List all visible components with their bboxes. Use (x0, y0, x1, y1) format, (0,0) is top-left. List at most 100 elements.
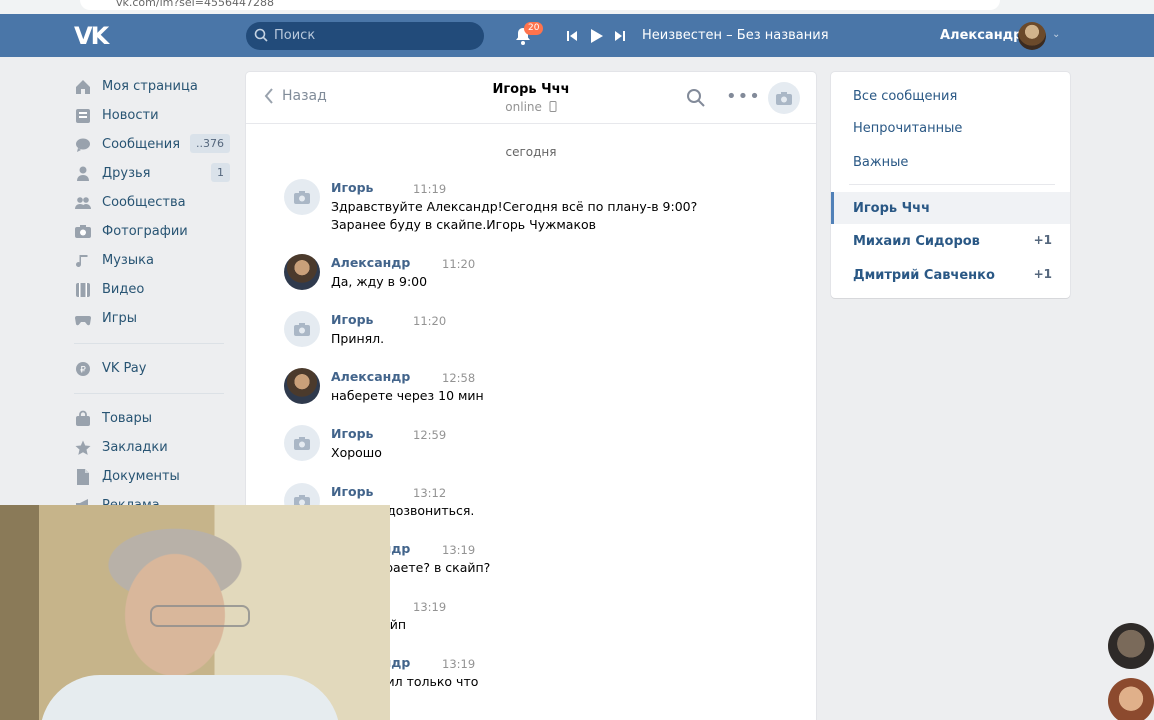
document-icon (74, 468, 92, 486)
message-time[interactable]: 11:19 (413, 182, 446, 196)
vk-logo[interactable]: VK (74, 22, 109, 50)
filter-item[interactable]: Все сообщения (831, 80, 1070, 112)
sidebar-item-label: Друзья (102, 166, 151, 181)
user-name[interactable]: Александр (940, 28, 1023, 43)
sidebar-item[interactable]: Игры (74, 304, 230, 333)
chevron-down-icon[interactable]: ⌄ (1052, 29, 1060, 40)
next-track-icon[interactable] (614, 30, 626, 42)
message-time[interactable]: 11:20 (442, 257, 475, 271)
message-text: Принял. (331, 331, 385, 346)
message-time[interactable]: 12:58 (442, 371, 475, 385)
avatar[interactable] (284, 254, 320, 290)
message-text: Да, жду в 9:00 (331, 274, 428, 289)
chat-bubble-avatar[interactable] (1108, 623, 1154, 669)
counter-badge: ..376 (190, 134, 230, 153)
message-time[interactable]: 13:19 (442, 657, 475, 671)
previous-track-icon[interactable] (566, 30, 578, 42)
messages-icon (74, 136, 92, 154)
sidebar-item[interactable]: Новости (74, 101, 230, 130)
dialogs-sidebar: Все сообщения Непрочитанные Важные Игорь Чч… (831, 72, 1070, 298)
play-icon[interactable] (590, 28, 604, 44)
sidebar-item-label: Сообщения (102, 137, 181, 152)
status-text: online (505, 100, 542, 114)
filter-item[interactable]: Непрочитанные (831, 112, 1070, 144)
sidebar-item-label: Товары (102, 411, 153, 426)
left-menu: Моя страница Новости Сообщения ..376 Друзья 1… (74, 72, 230, 520)
sidebar-item-label: Сообщества (102, 195, 186, 210)
message-author[interactable]: Игорь (331, 312, 373, 327)
video-icon (74, 281, 92, 299)
sidebar-item[interactable]: Моя страница (74, 72, 230, 101)
star-icon (74, 439, 92, 457)
sidebar-item-label: Видео (102, 282, 145, 297)
home-icon (74, 78, 92, 96)
avatar[interactable] (1018, 22, 1046, 50)
message-time[interactable]: 13:19 (442, 543, 475, 557)
sidebar-item[interactable]: Документы (74, 462, 230, 491)
sidebar-item[interactable]: Закладки (74, 433, 230, 462)
vkpay-icon: ₽ (74, 360, 92, 378)
date-separator: сегодня (505, 145, 557, 159)
mobile-icon (549, 101, 557, 112)
more-icon[interactable]: ••• (726, 86, 761, 107)
sidebar-item[interactable]: Сообщества (74, 188, 230, 217)
message-time[interactable]: 12:59 (413, 428, 446, 442)
avatar[interactable] (284, 179, 320, 215)
svg-text:₽: ₽ (80, 365, 86, 375)
friends-icon (74, 165, 92, 183)
unread-badge: +1 (1033, 233, 1052, 247)
sidebar-item-label: Фотографии (102, 224, 188, 239)
sidebar-item-label: VK Pay (102, 361, 147, 376)
chat-bubble-avatar[interactable] (1108, 678, 1154, 720)
camera-icon[interactable] (768, 82, 800, 114)
divider (849, 184, 1055, 185)
search-icon[interactable] (686, 88, 706, 108)
unread-badge: +1 (1033, 267, 1052, 281)
webcam-overlay (0, 505, 390, 720)
sidebar-item[interactable]: Сообщения ..376 (74, 130, 230, 159)
message-time[interactable]: 13:19 (413, 600, 446, 614)
message-time[interactable]: 11:20 (413, 314, 446, 328)
dialog-item[interactable]: Дмитрий Савченко +1 (831, 259, 1070, 291)
message-author[interactable]: Игорь (331, 180, 373, 195)
search-icon (254, 28, 268, 42)
webcam-glasses (150, 605, 250, 627)
sidebar-item[interactable]: Видео (74, 275, 230, 304)
counter-badge: 1 (211, 163, 230, 182)
track-title[interactable]: Неизвестен – Без названия (642, 28, 829, 43)
message-text: Я загрузил только что (331, 674, 479, 689)
avatar[interactable] (284, 311, 320, 347)
sidebar-item-label: Игры (102, 311, 138, 326)
message-text: Здравствуйте Александр!Сегодня всё по пл… (331, 199, 698, 232)
address-text: vk.com/im?sel=4556447288 (116, 0, 274, 9)
sidebar-item-vkpay[interactable]: ₽ VK Pay (74, 354, 230, 383)
avatar[interactable] (284, 368, 320, 404)
message-author[interactable]: Александр (331, 255, 410, 270)
filter-item[interactable]: Важные (831, 146, 1070, 178)
message-author[interactable]: Александр (331, 369, 410, 384)
message-text: Хорошо (331, 445, 382, 460)
avatar[interactable] (284, 425, 320, 461)
divider (74, 393, 224, 394)
message-time[interactable]: 13:12 (413, 486, 446, 500)
camera-icon (294, 190, 310, 204)
dialog-item[interactable]: Игорь Ччч (831, 192, 1070, 224)
sidebar-item[interactable]: Фотографии (74, 217, 230, 246)
groups-icon (74, 194, 92, 212)
sidebar-item-label: Музыка (102, 253, 154, 268)
search-input[interactable]: Поиск (246, 22, 484, 50)
message-author[interactable]: Игорь (331, 484, 373, 499)
games-icon (74, 310, 92, 328)
music-icon (74, 252, 92, 270)
sidebar-item[interactable]: Музыка (74, 246, 230, 275)
sidebar-item-label: Закладки (102, 440, 168, 455)
sidebar-item[interactable]: Товары (74, 404, 230, 433)
sidebar-item[interactable]: Друзья 1 (74, 159, 230, 188)
sidebar-item-label: Новости (102, 108, 159, 123)
dialog-name: Игорь Ччч (853, 200, 931, 216)
bag-icon (74, 410, 92, 428)
message-author[interactable]: Игорь (331, 426, 373, 441)
dialog-item[interactable]: Михаил Сидоров +1 (831, 225, 1070, 257)
camera-icon (294, 322, 310, 336)
message-text: наберете через 10 мин (331, 388, 484, 403)
